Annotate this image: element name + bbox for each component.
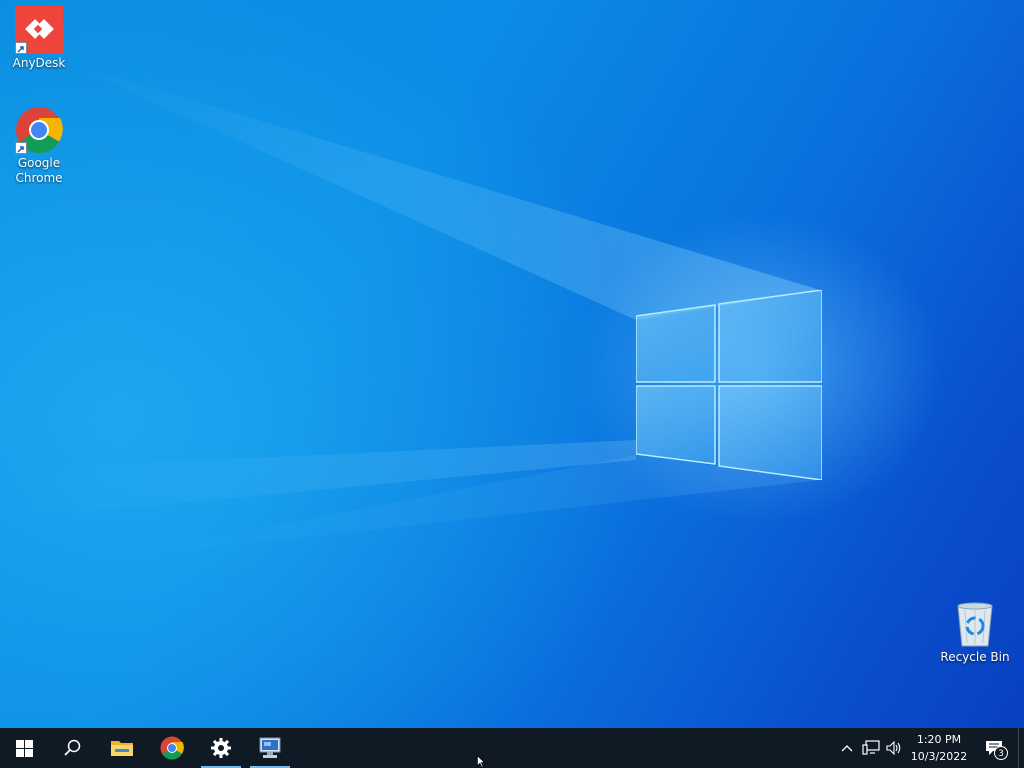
mouse-cursor-icon [477,755,486,768]
anydesk-icon [15,6,63,54]
remote-desktop-icon [259,737,281,758]
search-icon [64,739,81,756]
chrome-icon [15,106,63,154]
chrome-icon [160,736,184,760]
notification-count-badge: 3 [994,746,1008,760]
start-button[interactable] [0,728,48,768]
search-button[interactable] [48,728,96,768]
show-hidden-icons-button[interactable] [838,728,856,768]
clock-time: 1:20 PM [916,733,962,746]
desktop-icon-label: Recycle Bin [940,650,1010,664]
chrome-button[interactable] [148,728,196,768]
taskbar: 1:20 PM 10/3/2022 3 [0,728,1024,768]
folder-icon [111,741,133,756]
recycle-bin-icon [951,600,999,648]
shortcut-arrow-icon [15,142,27,154]
desktop-icon-label: Google Chrome [15,156,63,185]
show-desktop-button[interactable] [1018,728,1024,768]
desktop-icon-google-chrome[interactable]: Google Chrome [0,106,78,186]
desktop-icon-anydesk[interactable]: AnyDesk [0,6,78,71]
windows-logo-icon [15,739,33,757]
network-button[interactable] [860,728,882,768]
wallpaper-light-beams [0,60,820,560]
volume-icon [886,741,901,755]
shortcut-arrow-icon [15,42,27,54]
desktop-icon-recycle-bin[interactable]: Recycle Bin [936,600,1014,665]
action-center-button[interactable]: 3 [980,728,1008,768]
desktop-icon-label: AnyDesk [12,56,66,70]
clock-button[interactable]: 1:20 PM 10/3/2022 [906,731,972,765]
network-icon [862,740,880,755]
volume-button[interactable] [884,728,904,768]
settings-button[interactable] [197,728,245,768]
chevron-up-icon [841,745,853,752]
remote-desktop-button[interactable] [246,728,294,768]
gear-icon [211,738,231,758]
file-explorer-button[interactable] [98,728,146,768]
desktop-background: AnyDesk Google Chrome Recycle Bin [0,0,1024,728]
clock-date: 10/3/2022 [910,750,968,763]
wallpaper-windows-logo [636,290,822,480]
